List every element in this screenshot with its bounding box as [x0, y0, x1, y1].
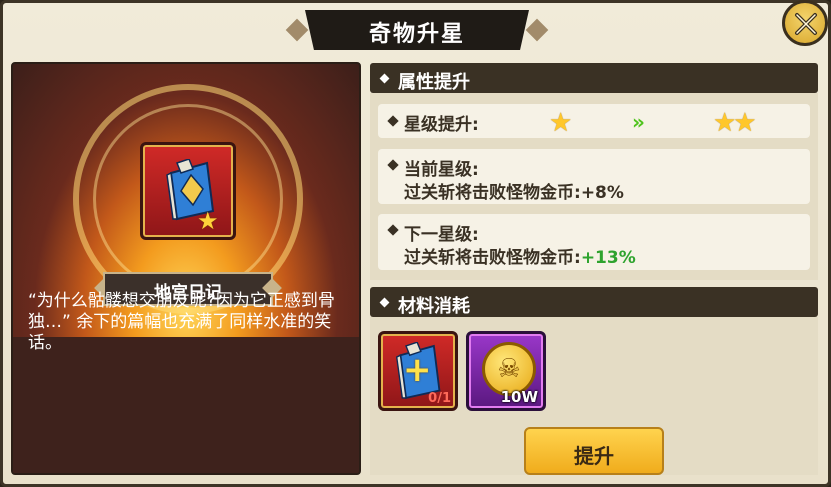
material-item-coin[interactable]: ☠ 10W — [466, 331, 546, 411]
description-area — [13, 337, 359, 473]
crossed-swords-icon — [795, 13, 817, 35]
item-preview-panel: ★ 地宫日记 — [11, 62, 361, 475]
current-star-row: 当前星级: 过关斩将击败怪物金币:+8% — [378, 149, 810, 204]
next-stars-icon: ★★ — [713, 108, 757, 138]
material-count: 10W — [500, 388, 538, 406]
dialog-title: 奇物升星 — [368, 22, 465, 47]
upgrade-button[interactable]: 提升 — [524, 427, 664, 475]
materials-header-text: 材料消耗 — [398, 296, 470, 317]
row-diamond-icon — [387, 224, 399, 236]
star-upgrade-row: 星级提升: ★ » ★★ — [378, 104, 810, 138]
current-star-icon: ★ — [549, 108, 573, 138]
plus-icon: + — [403, 350, 432, 390]
next-star-row: 下一星级: 过关斩将击败怪物金币:+13% — [378, 214, 810, 270]
current-stat-name: 过关斩将击败怪物金币: — [404, 183, 581, 203]
attributes-header-text: 属性提升 — [398, 72, 470, 93]
header-diamond-icon — [379, 297, 390, 308]
double-arrow-icon: » — [632, 110, 645, 134]
attributes-header: 属性提升 — [370, 63, 818, 93]
current-star-label: 当前星级: — [404, 160, 479, 180]
next-stat-name: 过关斩将击败怪物金币: — [404, 248, 581, 268]
row-diamond-icon — [387, 115, 399, 127]
upgrade-button-label: 提升 — [574, 444, 614, 468]
row-diamond-icon — [387, 159, 399, 171]
next-star-label: 下一星级: — [404, 225, 479, 245]
item-star-icon: ★ — [197, 207, 219, 235]
material-item-book[interactable]: + 0/1 — [378, 331, 458, 411]
current-stat-value: +8% — [580, 183, 624, 203]
skull-icon: ☠ — [497, 354, 521, 384]
current-stat-line: 过关斩将击败怪物金币:+8% — [404, 178, 624, 203]
materials-header: 材料消耗 — [370, 287, 818, 317]
next-stat-value: +13% — [580, 248, 636, 268]
material-count: 0/1 — [428, 391, 451, 406]
title-ribbon: 奇物升星 — [283, 6, 551, 54]
star-upgrade-label: 星级提升: — [404, 115, 479, 135]
close-button[interactable] — [782, 0, 828, 46]
item-description: “为什么骷髅想交朋友呢?因为它正感到骨独…” 余下的篇幅也充满了同样水准的笑话。 — [28, 291, 335, 353]
header-diamond-icon — [379, 73, 390, 84]
item-card[interactable]: ★ — [140, 142, 236, 240]
next-stat-line: 过关斩将击败怪物金币:+13% — [404, 243, 636, 268]
